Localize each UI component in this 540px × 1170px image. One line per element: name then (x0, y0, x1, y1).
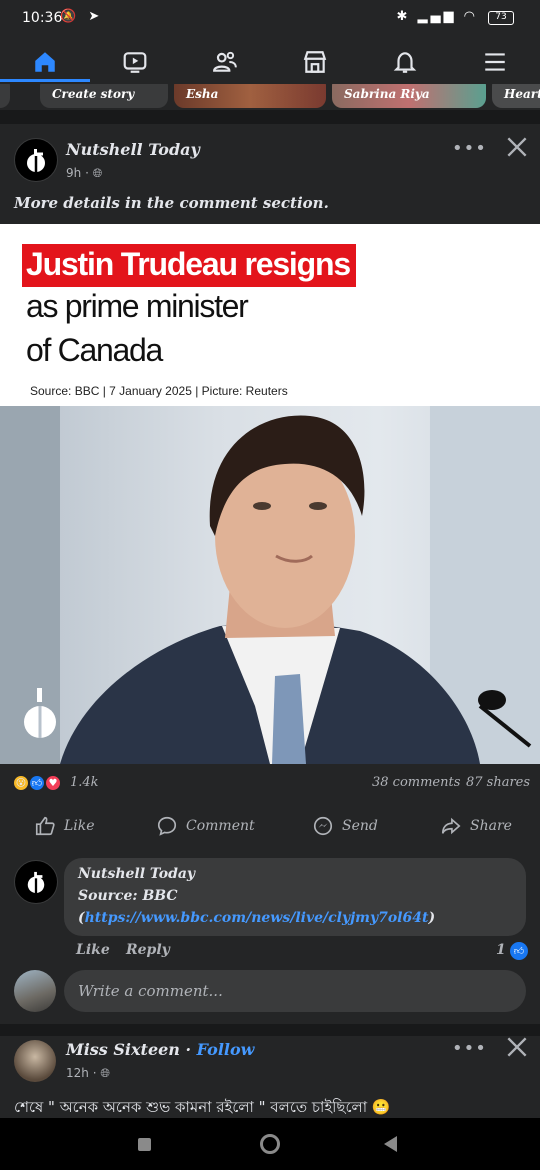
create-story-button[interactable]: Create story (40, 84, 168, 108)
post-time: 9h · 🌐︎ (66, 166, 103, 180)
send-label: Send (342, 818, 378, 834)
story-partial[interactable] (0, 84, 10, 108)
create-story-label: Create story (52, 87, 135, 101)
portrait-illustration (0, 406, 540, 764)
follow-button[interactable]: Follow (197, 1040, 255, 1059)
comment-like-count: 1 (496, 942, 506, 958)
page-avatar[interactable] (14, 138, 58, 182)
globe-icon: 🌐︎ (100, 1066, 110, 1080)
video-icon[interactable] (110, 42, 160, 82)
notifications-icon[interactable] (380, 42, 430, 82)
comment-line1: Source: BBC (78, 888, 178, 904)
system-nav-bar (0, 1118, 540, 1170)
more-options-icon[interactable]: ••• (452, 1038, 488, 1059)
more-options-icon[interactable]: ••• (452, 138, 488, 159)
comment-reply-button[interactable]: Reply (126, 942, 170, 958)
comment-link-open: ( (78, 910, 85, 926)
story-card[interactable]: Sabrina Riya (332, 84, 486, 108)
story-name: Esha (186, 87, 219, 101)
back-icon[interactable] (384, 1136, 397, 1152)
love-reaction-icon: ♥ (44, 774, 62, 792)
nutshell-logo-icon (27, 871, 45, 893)
feed-divider (0, 110, 540, 124)
comments-count[interactable]: 38 comments (372, 775, 460, 790)
comment-link[interactable]: https://www.bbc.com/news/live/clyjmy7ol6… (85, 910, 429, 926)
share-button[interactable]: Share (440, 812, 512, 840)
story-card[interactable]: Hearth (492, 84, 540, 108)
nutshell-logo-icon (27, 149, 45, 172)
home-nav-icon[interactable] (260, 1134, 280, 1154)
home-tab-indicator (0, 79, 90, 82)
comment-link-close: ) (428, 910, 436, 926)
headline-line3: of Canada (26, 332, 163, 368)
commenter-avatar[interactable] (14, 860, 58, 904)
home-icon[interactable] (20, 42, 70, 82)
shares-count[interactable]: 87 shares (466, 775, 530, 790)
news-card[interactable]: Justin Trudeau resigns as prime minister… (0, 224, 540, 406)
post-time-text: 9h (66, 166, 82, 180)
story-name: Hearth (504, 87, 540, 101)
user-avatar[interactable] (14, 970, 56, 1012)
feed-divider (0, 1024, 540, 1036)
share-label: Share (470, 818, 512, 834)
post2-header: Miss Sixteen · Follow (66, 1040, 254, 1059)
status-notification-icons: 🔕 ➤ (60, 9, 104, 24)
post2-time: 12h · 🌐︎ (66, 1066, 110, 1080)
comment-bubble[interactable]: Nutshell Today Source: BBC (https://www.… (64, 858, 526, 936)
menu-icon[interactable] (470, 42, 520, 82)
send-button[interactable]: Send (312, 812, 378, 840)
reactions-count: 1.4k (70, 775, 99, 790)
headline-line2: as prime minister (26, 288, 249, 324)
stories-strip: Create story Esha Sabrina Riya Hearth (0, 84, 540, 110)
battery-icon: 73 (488, 11, 514, 25)
like-reaction-icon: 👍︎ (510, 942, 528, 960)
share-arrow-icon (441, 817, 461, 835)
globe-icon: 🌐︎ (92, 166, 103, 180)
status-signal-icons: ✱ ▂▄▆ ◠ (396, 9, 478, 24)
miss-sixteen-avatar[interactable] (14, 1040, 56, 1082)
write-comment-input[interactable]: Write a comment... (64, 970, 526, 1012)
comment-line2: (https://www.bbc.com/news/live/clyjmy7ol… (78, 910, 435, 926)
post-photo[interactable] (0, 406, 540, 764)
status-bar: 10:36 🔕 ➤ ✱ ▂▄▆ ◠ 73 (0, 0, 540, 38)
close-icon[interactable] (504, 1034, 530, 1064)
comment-author[interactable]: Nutshell Today (78, 866, 195, 882)
story-card[interactable]: Esha (174, 84, 326, 108)
marketplace-icon[interactable] (290, 42, 340, 82)
post-author[interactable]: Nutshell Today (66, 140, 200, 159)
card-source: Source: BBC | 7 January 2025 | Picture: … (30, 384, 288, 398)
post2-time-text: 12h (66, 1066, 89, 1080)
story-name: Sabrina Riya (344, 87, 430, 101)
messenger-icon (313, 816, 333, 836)
comment-button[interactable]: Comment (156, 812, 255, 840)
reactions-summary[interactable]: 😮 👍︎ ♥ 1.4k 38 comments 87 shares (0, 770, 540, 800)
comment-like-button[interactable]: Like (76, 942, 110, 958)
thumbs-up-icon (35, 816, 55, 836)
like-button[interactable]: Like (34, 812, 95, 840)
post-caption: More details in the comment section. (14, 194, 329, 212)
post2-separator: · (179, 1040, 197, 1059)
recents-icon[interactable] (138, 1138, 151, 1151)
close-icon[interactable] (504, 134, 530, 164)
comment-label: Comment (186, 818, 255, 834)
like-label: Like (64, 818, 95, 834)
comment-bubble-icon (157, 816, 177, 836)
headline-red: Justin Trudeau resigns (22, 244, 356, 287)
top-nav-bar (0, 38, 540, 84)
post2-author[interactable]: Miss Sixteen (66, 1040, 180, 1059)
friends-icon[interactable] (200, 42, 250, 82)
status-time: 10:36 (22, 10, 63, 26)
write-comment-placeholder: Write a comment... (78, 982, 223, 1000)
